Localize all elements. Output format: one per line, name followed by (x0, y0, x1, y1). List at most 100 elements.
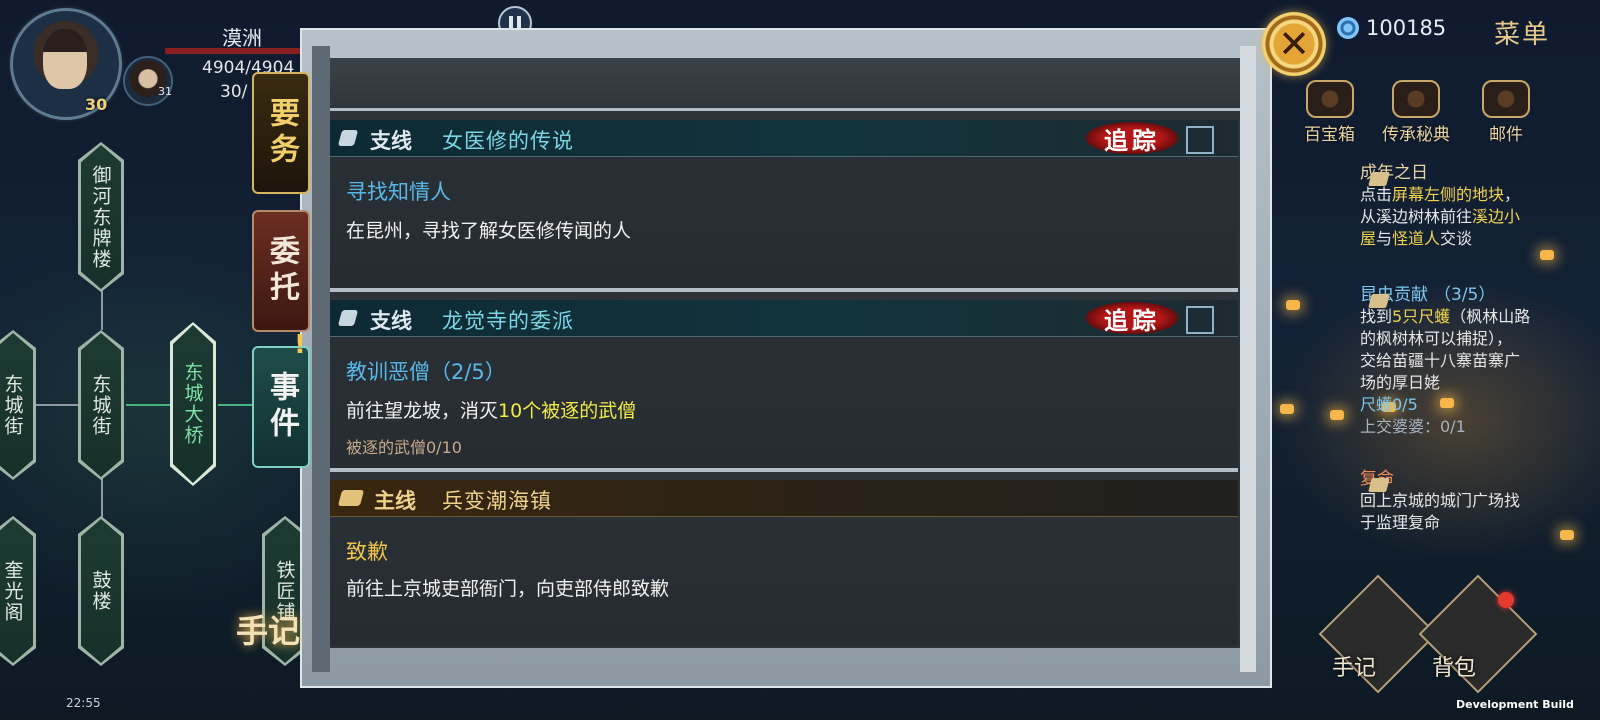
tab-yaowu[interactable]: 要务 (252, 72, 310, 194)
codex-icon (1392, 80, 1440, 118)
quest-scroll-icon (1368, 294, 1390, 308)
quest-scroll-icon (1368, 172, 1390, 186)
map-path (126, 404, 170, 406)
highlight-text: 10个被逐的武僧 (498, 400, 637, 422)
map-path (101, 290, 103, 330)
map-node[interactable]: 奎光阁 (0, 516, 36, 666)
track-button[interactable]: 追踪 (1086, 122, 1178, 155)
clock: 22:55 (66, 696, 101, 710)
codex-label: 传承秘典 (1382, 125, 1450, 145)
tab-shijian[interactable]: 事件 (252, 346, 310, 468)
codex-button[interactable]: 传承秘典 (1382, 80, 1450, 145)
map-node[interactable]: 御河东牌楼 (78, 142, 124, 292)
main-quest-icon (337, 490, 365, 506)
highlight-text: 5只尺蠖 (1392, 307, 1451, 326)
close-button[interactable]: ✕ (1262, 12, 1326, 76)
map-node[interactable]: 鼓楼 (78, 516, 124, 666)
track-button[interactable]: 追踪 (1086, 302, 1178, 335)
currency-icon (1337, 17, 1359, 39)
quest-type: 主线 (374, 488, 416, 513)
side-quest-icon (337, 310, 359, 326)
quest-header: 支线 龙觉寺的委派 追踪 (330, 300, 1238, 337)
text: 回上京城的城门广场找 (1360, 491, 1521, 510)
quest-progress: 上交婆婆：0/1 (1360, 417, 1466, 436)
bag-button-label: 背包 (1432, 656, 1477, 681)
map-node-label: 奎光阁 (0, 519, 33, 663)
text: 从溪边树林前往 (1360, 207, 1473, 226)
journal-title: 手记 (236, 612, 301, 650)
text: （枫林山路 (1450, 307, 1531, 326)
map-node-label: 鼓楼 (81, 519, 121, 663)
map-node[interactable]: 东城街 (78, 330, 124, 480)
quest-objective-title: 致歉 (346, 540, 388, 564)
quest-objective-desc: 在昆州，寻找了解女医修传闻的人 (346, 220, 632, 242)
map-node-label: 御河东牌楼 (81, 145, 121, 289)
quest-objective-title: 寻找知情人 (346, 180, 451, 204)
map-node-current[interactable]: 东城大桥 (170, 322, 216, 486)
text: 与 (1376, 229, 1393, 248)
quest-progress: 被逐的武僧0/10 (346, 438, 462, 457)
text: ， (1504, 185, 1521, 204)
treasure-box-icon (1305, 80, 1354, 118)
map-path (36, 404, 80, 406)
journal-button-label: 手记 (1332, 656, 1377, 681)
quest-card[interactable]: 支线 龙觉寺的委派 追踪 教训恶僧（2/5） 前往望龙坡，消灭10个被逐的武僧 … (330, 300, 1238, 472)
quest-scroll-icon (1368, 478, 1390, 492)
highlight-text: 屏幕左侧的地块 (1392, 185, 1505, 204)
currency-value: 100185 (1366, 16, 1447, 40)
mail-label: 邮件 (1489, 125, 1523, 145)
menu-button[interactable]: 菜单 (1494, 14, 1550, 51)
quest-name: 龙觉寺的委派 (442, 309, 574, 333)
text: 于监理复命 (1360, 513, 1441, 532)
quest-objective-desc: 前往望龙坡，消灭10个被逐的武僧 (346, 396, 636, 423)
text: 场的厚日姥 (1360, 373, 1441, 392)
tracked-quest[interactable]: 昆虫贡献 （3/5） 找到5只尺蠖（枫林山路 的枫树林可以捕捉）， 交给苗疆十八寨… (1360, 284, 1596, 438)
close-icon: ✕ (1278, 22, 1310, 66)
mail-button[interactable]: 邮件 (1482, 80, 1530, 145)
treasure-box-label: 百宝箱 (1304, 125, 1355, 145)
quest-progress: 尺蠖0/5 (1360, 395, 1418, 414)
quest-header: 支线 女医修的传说 追踪 (330, 120, 1238, 157)
quest-objective-desc: 前往上京城吏部衙门，向吏部侍郎致歉 (346, 578, 670, 600)
map-node-label: 东城街 (0, 333, 33, 477)
highlight-text: 屋 (1360, 229, 1377, 248)
side-quest-icon (337, 130, 359, 146)
quest-list-header (330, 58, 1240, 111)
companion-level: 31 (158, 85, 172, 98)
map-node-label: 东城街 (81, 333, 121, 477)
text: 前往望龙坡，消灭 (346, 400, 499, 422)
track-checkbox[interactable] (1186, 126, 1214, 154)
companion-portrait[interactable] (123, 56, 173, 106)
text: 找到 (1360, 307, 1393, 326)
panel-rail (312, 46, 330, 672)
mail-icon (1482, 80, 1530, 118)
quest-name: 兵变潮海镇 (442, 489, 552, 513)
quest-type: 支线 (370, 308, 412, 333)
track-checkbox[interactable] (1186, 306, 1214, 334)
mp-value: 30/ (220, 82, 248, 102)
quest-objective-title: 教训恶僧（2/5） (346, 360, 506, 384)
text: 交给苗疆十八寨苗寨广 (1360, 351, 1521, 370)
quest-header: 主线 兵变潮海镇 (330, 480, 1238, 517)
quest-card[interactable]: 主线 兵变潮海镇 致歉 前往上京城吏部衙门，向吏部侍郎致歉 (330, 480, 1238, 646)
hero-level: 30 (85, 95, 108, 114)
treasure-box-button[interactable]: 百宝箱 (1304, 80, 1355, 145)
tracked-quest-count: （3/5） (1434, 285, 1496, 305)
map-node[interactable]: 东城街 (0, 330, 36, 480)
dev-build-label: Development Build (1456, 698, 1574, 711)
text: 点击 (1360, 185, 1393, 204)
tab-weituo[interactable]: 委托 (252, 210, 310, 332)
tracked-quest[interactable]: 成年之日 点击屏幕左侧的地块， 从溪边树林前往溪边小 屋与怪道人交谈 (1360, 162, 1596, 250)
map-path (101, 478, 103, 518)
highlight-text: 怪道人 (1392, 229, 1441, 248)
highlight-text: 溪边小 (1472, 207, 1521, 226)
text: 交谈 (1440, 229, 1473, 248)
tracked-quest[interactable]: 复命 回上京城的城门广场找 于监理复命 (1360, 468, 1596, 534)
quest-name: 女医修的传说 (442, 129, 574, 153)
panel-scrollbar[interactable] (1240, 46, 1256, 672)
hero-name: 漠洲 (222, 26, 262, 50)
text: 的枫树林可以捕捉）， (1360, 329, 1513, 348)
alert-icon: ! (294, 330, 306, 360)
notification-dot (1498, 592, 1514, 608)
quest-card[interactable]: 支线 女医修的传说 追踪 寻找知情人 在昆州，寻找了解女医修传闻的人 (330, 120, 1238, 292)
